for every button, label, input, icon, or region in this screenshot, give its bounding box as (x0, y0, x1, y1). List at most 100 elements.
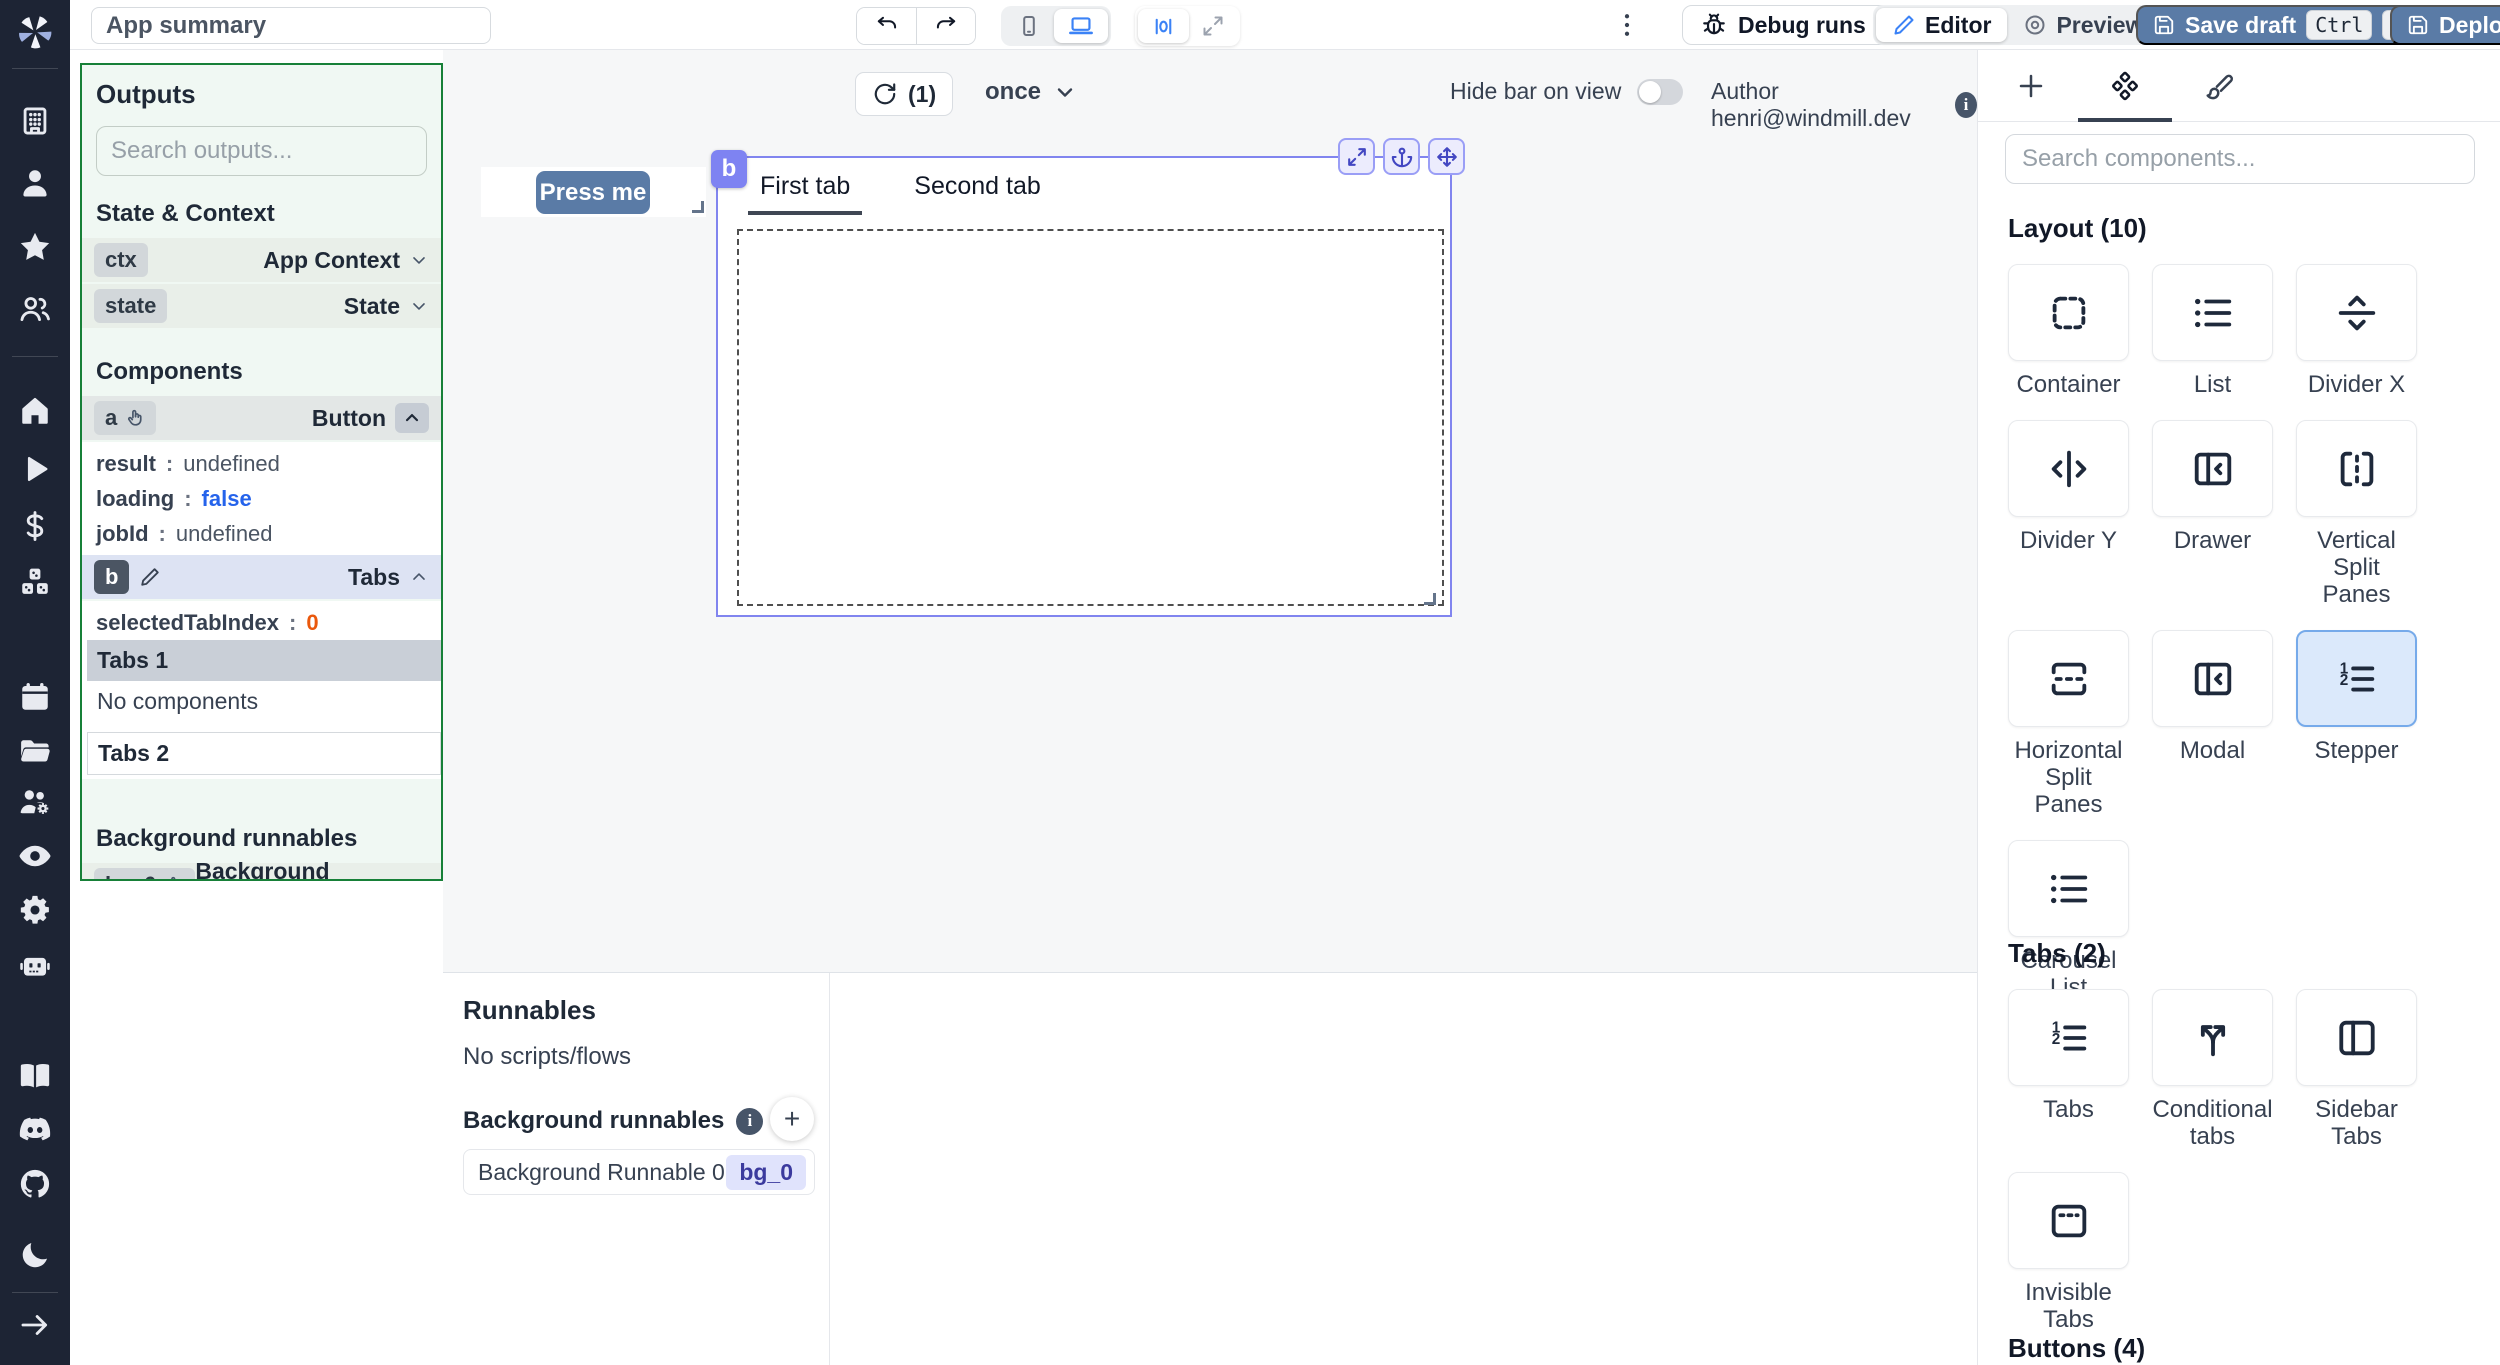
building-icon[interactable] (18, 104, 52, 138)
components-heading: Components (96, 358, 243, 385)
background-runnable-row[interactable]: Background Runnable 0 bg_0 (463, 1149, 815, 1195)
component-card-list[interactable]: List (2152, 264, 2273, 398)
ctx-row[interactable]: ctx App Context (82, 238, 441, 282)
tab-editor[interactable]: Editor (1876, 8, 2008, 42)
expand-handle-icon[interactable] (1338, 138, 1375, 175)
component-card-stepper[interactable]: 12 Stepper (2296, 630, 2417, 764)
component-card-horizontal-split[interactable]: Horizontal Split Panes (2008, 630, 2129, 818)
component-a-type: Button (311, 404, 386, 431)
arrow-right-icon[interactable] (18, 1308, 52, 1342)
tab-second[interactable]: Second tab (902, 168, 1053, 215)
tab-styling-brush-icon[interactable] (2204, 71, 2234, 101)
svg-text:2: 2 (2339, 672, 2348, 689)
component-b-row[interactable]: b Tabs (82, 555, 441, 599)
book-open-icon[interactable] (18, 1059, 52, 1093)
undo-redo-group (856, 7, 976, 45)
empty-drop-container[interactable] (737, 229, 1444, 606)
insert-plus-icon[interactable] (2016, 71, 2046, 101)
chevron-down-icon[interactable] (409, 250, 429, 270)
tab-components-icon[interactable] (2110, 71, 2140, 101)
component-a-row[interactable]: a Button (82, 396, 441, 440)
ctx-type-label: App Context (263, 246, 400, 273)
app-canvas[interactable]: (1) once Hide bar on view Author henri@w… (443, 50, 1977, 972)
resize-handle[interactable] (1424, 593, 1436, 605)
component-card-sidebar-tabs[interactable]: Sidebar Tabs (2296, 989, 2417, 1150)
github-icon[interactable] (18, 1167, 52, 1201)
pencil-icon[interactable] (139, 566, 161, 588)
component-card-divider-y[interactable]: Divider Y (2008, 420, 2129, 554)
component-card-drawer[interactable]: Drawer (2152, 420, 2273, 554)
chevron-down-icon[interactable] (413, 875, 429, 881)
component-card-tabs[interactable]: 12 Tabs (2008, 989, 2129, 1123)
deploy-button[interactable]: Deploy (2390, 5, 2500, 45)
component-card-vertical-split[interactable]: Vertical Split Panes (2296, 420, 2417, 608)
tabs-component-selected[interactable]: b First tab Second tab (711, 138, 1465, 617)
user-icon[interactable] (18, 166, 52, 200)
component-card-modal[interactable]: Modal (2152, 630, 2273, 764)
mobile-view-button[interactable] (1004, 9, 1054, 43)
home-icon[interactable] (18, 394, 52, 428)
users-gear-icon[interactable] (18, 785, 52, 819)
outputs-search-input[interactable] (96, 126, 427, 176)
info-icon[interactable]: i (736, 1107, 764, 1135)
tabs2-group-header[interactable]: Tabs 2 (87, 732, 441, 775)
section-heading: Tabs (2) (2008, 938, 2106, 968)
sidebar-divider (12, 356, 58, 357)
preview-label: Preview (2056, 11, 2144, 38)
move-handle-icon[interactable] (1428, 138, 1465, 175)
active-tab-underline (2078, 118, 2172, 122)
add-background-runnable-button[interactable]: + (770, 1097, 814, 1141)
robot-icon[interactable] (18, 948, 52, 982)
fullscreen-icon[interactable] (1189, 9, 1237, 43)
tabs1-group-header[interactable]: Tabs 1 (87, 640, 441, 681)
conditional-tabs-icon (2200, 1024, 2225, 1056)
cubes-icon[interactable] (18, 565, 52, 599)
state-row[interactable]: state State (82, 284, 441, 328)
discord-icon[interactable] (18, 1112, 52, 1146)
undo-button[interactable] (857, 8, 916, 44)
folder-open-icon[interactable] (18, 734, 52, 768)
gear-icon[interactable] (18, 893, 52, 927)
component-card-divider-x[interactable]: Divider X (2296, 264, 2417, 398)
runnables-title: Runnables (463, 995, 596, 1025)
component-id-badge[interactable]: b (711, 150, 747, 188)
components-search-input[interactable] (2005, 134, 2475, 184)
press-me-button[interactable]: Press me (536, 171, 650, 214)
bg0-row[interactable]: bg_0 Background Runnable 0 (82, 858, 441, 881)
refresh-mode-dropdown[interactable]: once (985, 78, 1077, 106)
component-card-container[interactable]: Container (2008, 264, 2129, 398)
moon-icon[interactable] (18, 1238, 52, 1272)
kebab-menu-icon[interactable] (1612, 10, 1642, 45)
chevron-down-icon[interactable] (409, 296, 429, 316)
play-icon[interactable] (18, 452, 52, 486)
loading-value: false (201, 485, 252, 511)
component-card-conditional-tabs[interactable]: Conditional tabs (2152, 989, 2273, 1150)
desktop-view-button[interactable] (1054, 9, 1108, 43)
result-value: undefined (183, 450, 280, 476)
drawer-icon (2194, 452, 2231, 485)
anchor-handle-icon[interactable] (1383, 138, 1420, 175)
star-icon[interactable] (18, 230, 52, 264)
center-layout-button[interactable] (1138, 9, 1189, 43)
resize-handle[interactable] (692, 201, 704, 213)
app-summary-input[interactable] (91, 7, 491, 44)
users-icon[interactable] (18, 292, 52, 326)
collapse-button[interactable] (395, 403, 429, 433)
chevron-up-icon[interactable] (409, 567, 429, 587)
eye-icon[interactable] (18, 839, 52, 873)
save-draft-button[interactable]: Save draft Ctrl S (2136, 5, 2430, 45)
button-component-cell[interactable]: Press me (481, 167, 706, 217)
component-card-invisible-tabs[interactable]: Invisible Tabs (2008, 1172, 2129, 1333)
hand-pointer-icon (128, 409, 142, 426)
component-a-outputs: result: undefined loading: false jobId: und… (82, 442, 441, 555)
refresh-button[interactable]: (1) (855, 72, 954, 116)
hand-pointer-icon (171, 876, 176, 879)
tab-first[interactable]: First tab (748, 168, 863, 215)
windmill-logo[interactable] (15, 12, 55, 52)
hide-bar-toggle[interactable] (1637, 78, 1684, 105)
section-heading: Buttons (4) (2008, 1333, 2146, 1363)
dollar-icon[interactable] (18, 509, 52, 543)
calendar-icon[interactable] (18, 680, 52, 714)
redo-button[interactable] (916, 8, 975, 44)
info-icon[interactable]: i (1954, 92, 1977, 118)
